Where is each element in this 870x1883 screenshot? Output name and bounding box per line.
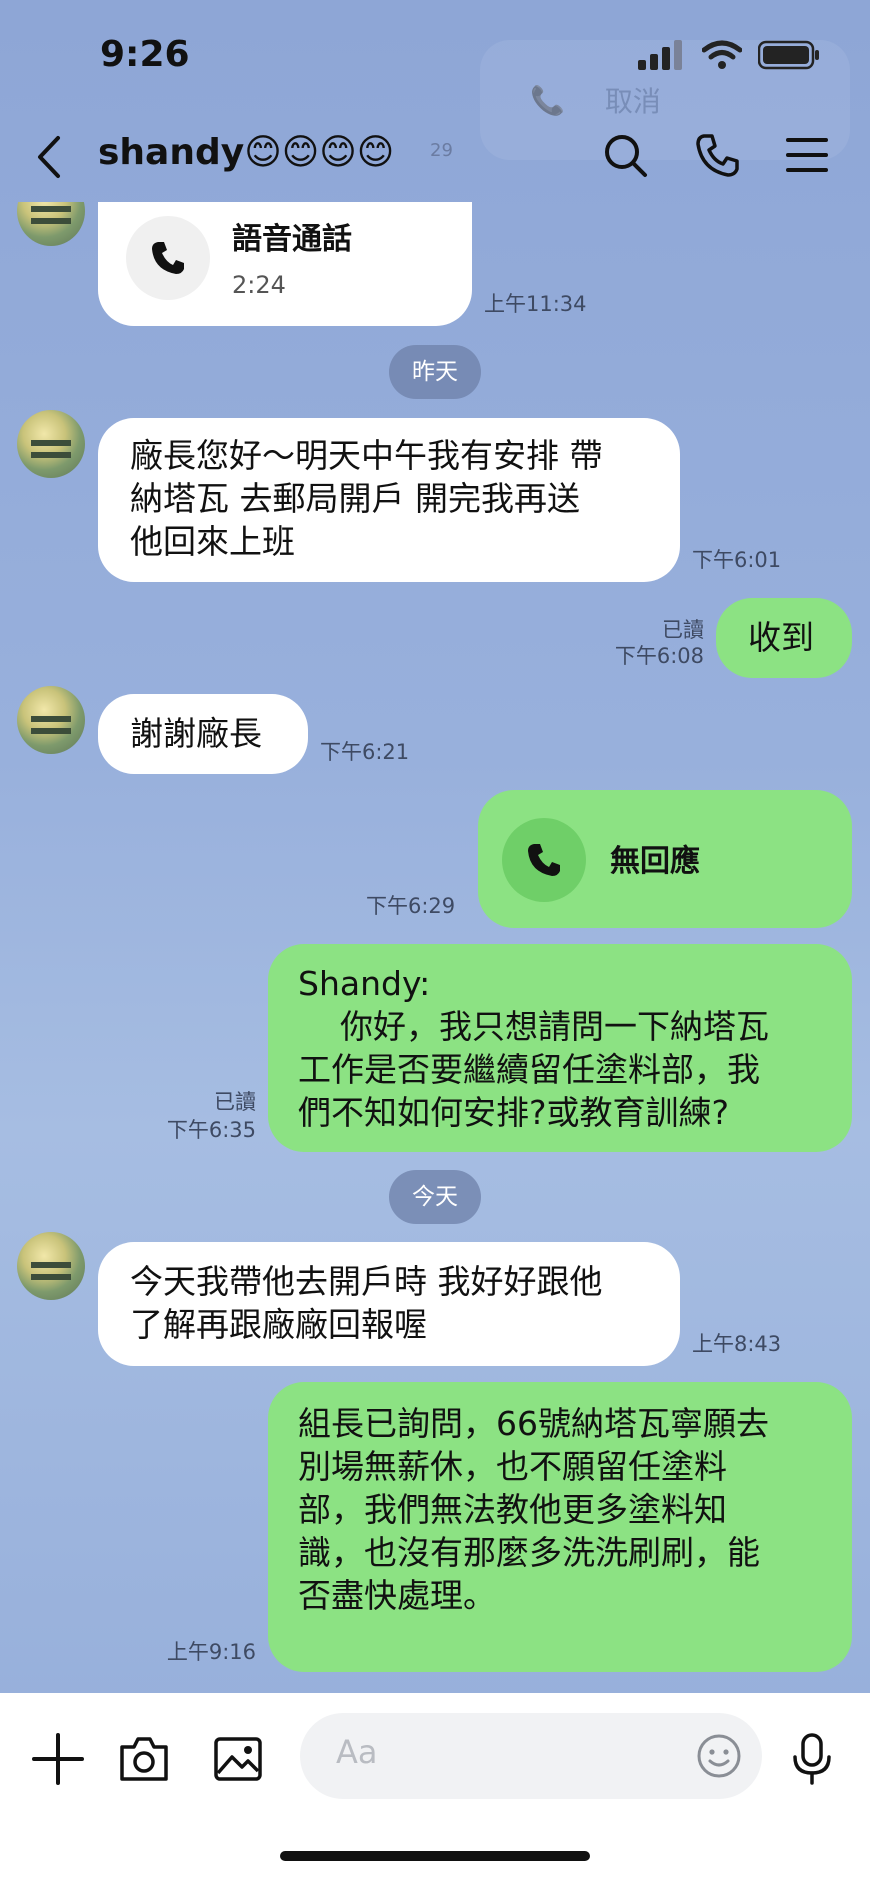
plus-icon[interactable] — [28, 1729, 88, 1789]
message-time: 上午11:34 — [484, 292, 587, 316]
avatar[interactable] — [17, 1232, 85, 1300]
message-bubble-incoming[interactable]: 謝謝廠長 — [98, 694, 308, 774]
message-time: 下午6:01 — [692, 548, 782, 572]
image-icon[interactable] — [208, 1729, 268, 1789]
message-line: 工作是否要繼續留任塗料部，我 — [298, 1050, 760, 1089]
voice-call-bubble[interactable]: 語音通話 2:24 — [98, 202, 472, 326]
message-line: 納塔瓦 去郵局開戶 開完我再送 — [130, 479, 580, 518]
home-indicator — [280, 1851, 590, 1861]
date-separator: 今天 — [389, 1170, 481, 1224]
message-line: 們不知如何安排?或教育訓練? — [298, 1093, 730, 1132]
input-bar: Aa — [0, 1693, 870, 1883]
message-line: 你好，我只想請問一下納塔瓦 — [298, 1007, 769, 1046]
message-line: 了解再跟廠廠回報喔 — [130, 1305, 427, 1344]
call-title: 無回應 — [610, 844, 700, 879]
message-time: 下午6:35 — [166, 1118, 256, 1142]
message-input[interactable]: Aa — [300, 1713, 762, 1799]
message-line: 今天我帶他去開戶時 我好好跟他 — [130, 1262, 603, 1301]
message-line: Shandy: — [298, 964, 431, 1003]
microphone-icon[interactable] — [782, 1729, 842, 1789]
emoji-icon[interactable] — [696, 1733, 742, 1779]
message-bubble-incoming[interactable]: 今天我帶他去開戶時 我好好跟他 了解再跟廠廠回報喔 — [98, 1242, 680, 1366]
message-bubble-outgoing[interactable]: 組長已詢問，66號納塔瓦寧願去 別場無薪休，也不願留任塗料 部，我們無法教他更多… — [268, 1382, 852, 1672]
menu-icon[interactable] — [782, 130, 832, 180]
message-bubble-outgoing[interactable]: 收到 — [716, 598, 852, 678]
message-text: 謝謝廠長 — [130, 714, 262, 753]
message-line: 否盡快處理。 — [298, 1576, 496, 1615]
avatar[interactable] — [17, 686, 85, 754]
call-phone-icon — [502, 818, 586, 902]
search-icon[interactable] — [600, 130, 650, 180]
back-icon[interactable] — [30, 132, 70, 182]
phone-call-icon[interactable] — [692, 130, 742, 180]
avatar[interactable] — [17, 410, 85, 478]
chat-title: shandy😊😊😊😊 — [98, 132, 395, 173]
message-bubble-outgoing[interactable]: Shandy: 你好，我只想請問一下納塔瓦 工作是否要繼續留任塗料部，我 們不知… — [268, 944, 852, 1152]
read-receipt: 已讀 — [662, 618, 704, 642]
call-title: 語音通話 — [232, 222, 352, 257]
message-time: 上午9:16 — [166, 1640, 256, 1664]
call-phone-icon — [126, 216, 210, 300]
call-duration: 2:24 — [232, 271, 286, 299]
status-time: 9:26 — [100, 34, 190, 75]
message-line: 廠長您好～明天中午我有安排 帶 — [130, 436, 603, 475]
message-line: 部，我們無法教他更多塗料知 — [298, 1490, 727, 1529]
message-line: 他回來上班 — [130, 522, 295, 561]
date-separator: 昨天 — [389, 345, 481, 399]
read-receipt: 已讀 — [214, 1090, 256, 1114]
message-time: 下午6:21 — [320, 740, 410, 764]
message-line: 組長已詢問，66號納塔瓦寧願去 — [298, 1404, 769, 1443]
message-text: 收到 — [748, 618, 814, 657]
chat-header: shandy😊😊😊😊 — [0, 110, 870, 202]
input-placeholder: Aa — [336, 1733, 378, 1771]
message-bubble-incoming[interactable]: 廠長您好～明天中午我有安排 帶 納塔瓦 去郵局開戶 開完我再送 他回來上班 — [98, 418, 680, 582]
camera-icon[interactable] — [114, 1729, 174, 1789]
message-time: 下午6:29 — [366, 894, 456, 918]
no-answer-call-bubble[interactable]: 無回應 — [478, 790, 852, 928]
message-line: 別場無薪休，也不願留任塗料 — [298, 1447, 727, 1486]
message-time: 上午8:43 — [692, 1332, 782, 1356]
message-line: 識，也沒有那麼多洗洗刷刷，能 — [298, 1533, 760, 1572]
message-time: 下午6:08 — [614, 644, 704, 668]
